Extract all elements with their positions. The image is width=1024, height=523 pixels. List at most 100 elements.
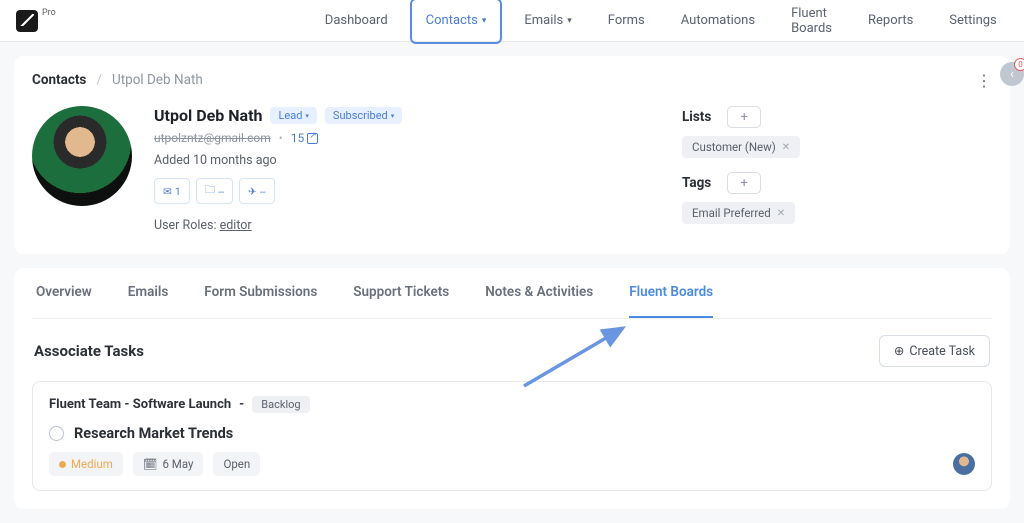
tab-fluent-boards[interactable]: Fluent Boards xyxy=(629,268,713,318)
task-stage-badge: Backlog xyxy=(252,396,309,413)
caret-down-icon: ▾ xyxy=(391,112,395,120)
list-chip-label: Customer (New) xyxy=(692,140,776,154)
tasks-section-header: Associate Tasks ⊕ Create Task xyxy=(32,319,992,381)
folder-icon: 🗀 xyxy=(205,182,216,200)
breadcrumb-leaf: Utpol Deb Nath xyxy=(112,72,203,88)
task-meta: Medium 🗓 6 May Open xyxy=(49,452,975,476)
add-tag-button[interactable]: + xyxy=(727,172,761,194)
task-row[interactable]: Research Market Trends xyxy=(49,425,975,442)
profile-row: Utpol Deb Nath Lead ▾ Subscribed ▾ utpol… xyxy=(32,106,992,238)
activity-emails[interactable]: ✉ 1 xyxy=(154,178,190,204)
link-count-value: 15 xyxy=(291,131,305,145)
nav-fluent-boards[interactable]: Fluent Boards xyxy=(777,0,846,44)
tags-header: Tags + xyxy=(682,172,992,194)
name-row: Utpol Deb Nath Lead ▾ Subscribed ▾ xyxy=(154,106,660,125)
tab-notes-activities[interactable]: Notes & Activities xyxy=(485,268,593,318)
activity-folders[interactable]: 🗀 -- xyxy=(196,178,233,204)
lead-status-label: Lead xyxy=(278,109,302,122)
calendar-icon: 🗓 xyxy=(143,457,158,471)
roles-label: User Roles: xyxy=(154,218,217,233)
chevron-down-icon: ▾ xyxy=(482,16,487,26)
link-count[interactable]: 15 xyxy=(291,131,319,145)
task-due-pill: 🗓 6 May xyxy=(133,452,204,476)
task-card-header: Fluent Team - Software Launch - Backlog xyxy=(49,396,975,413)
priority-dot-icon xyxy=(59,461,66,468)
external-link-icon xyxy=(307,133,318,144)
task-checkbox[interactable] xyxy=(49,426,64,441)
user-roles: User Roles: editor xyxy=(154,218,660,233)
page-body: Contacts / Utpol Deb Nath ⋮ Utpol Deb Na… xyxy=(0,42,1024,523)
email-row: utpolzntz@gmail.com • 15 xyxy=(154,131,660,145)
tab-emails[interactable]: Emails xyxy=(128,268,169,318)
nav-dashboard[interactable]: Dashboard xyxy=(311,0,402,44)
nav-reports[interactable]: Reports xyxy=(854,0,927,44)
nav-emails[interactable]: Emails ▾ xyxy=(510,0,585,44)
create-task-label: Create Task xyxy=(909,344,975,359)
tag-chip: Email Preferred ✕ xyxy=(682,202,795,224)
meta-column: Lists + Customer (New) ✕ Tags + Email Pr… xyxy=(682,106,992,238)
caret-down-icon: ▾ xyxy=(305,112,309,120)
task-due-label: 6 May xyxy=(162,457,193,471)
activity-sends[interactable]: ✈ -- xyxy=(239,178,275,204)
side-collapse-button[interactable]: ‹ 0 xyxy=(1000,62,1024,86)
notification-count-badge: 0 xyxy=(1014,58,1024,71)
mail-icon: ✉ xyxy=(163,185,172,198)
tags-label: Tags xyxy=(682,175,711,191)
task-priority-pill: Medium xyxy=(49,452,123,476)
breadcrumb-sep: / xyxy=(96,72,102,88)
remove-list-icon[interactable]: ✕ xyxy=(782,142,790,153)
lead-status-badge[interactable]: Lead ▾ xyxy=(270,107,316,124)
added-ago: Added 10 months ago xyxy=(154,153,660,168)
contact-name: Utpol Deb Nath xyxy=(154,106,262,125)
nav-contacts-label: Contacts xyxy=(426,13,478,28)
task-status-pill: Open xyxy=(213,452,260,476)
contact-info: Utpol Deb Nath Lead ▾ Subscribed ▾ utpol… xyxy=(154,106,660,238)
nav-automations[interactable]: Automations xyxy=(667,0,769,44)
contact-avatar xyxy=(32,106,132,206)
plus-circle-icon: ⊕ xyxy=(894,343,904,359)
remove-tag-icon[interactable]: ✕ xyxy=(777,208,785,219)
task-priority-label: Medium xyxy=(71,457,113,471)
top-nav-bar: Pro Dashboard Contacts ▾ Emails ▾ Forms … xyxy=(0,0,1024,42)
tasks-section-title: Associate Tasks xyxy=(34,342,144,360)
tabs-card: Overview Emails Form Submissions Support… xyxy=(14,268,1010,509)
plan-label: Pro xyxy=(42,8,56,18)
activity-badges: ✉ 1 🗀 -- ✈ -- xyxy=(154,178,660,204)
contact-card: Contacts / Utpol Deb Nath ⋮ Utpol Deb Na… xyxy=(14,56,1010,254)
lists-header: Lists + xyxy=(682,106,992,128)
contact-email: utpolzntz@gmail.com xyxy=(154,131,271,145)
tab-support-tickets[interactable]: Support Tickets xyxy=(353,268,449,318)
task-card: Fluent Team - Software Launch - Backlog … xyxy=(32,381,992,491)
separator-dot: • xyxy=(279,131,283,145)
lists-label: Lists xyxy=(682,109,711,125)
task-title: Research Market Trends xyxy=(74,425,233,442)
chevron-down-icon: ▾ xyxy=(567,16,572,26)
activity-emails-count: 1 xyxy=(175,185,181,198)
tag-chip-label: Email Preferred xyxy=(692,206,771,220)
contact-tabs: Overview Emails Form Submissions Support… xyxy=(32,268,992,319)
more-menu-icon[interactable]: ⋮ xyxy=(976,71,992,90)
task-assignee-avatar[interactable] xyxy=(953,453,975,475)
breadcrumb-root[interactable]: Contacts xyxy=(32,72,86,88)
nav-emails-label: Emails xyxy=(524,13,563,28)
list-chip: Customer (New) ✕ xyxy=(682,136,800,158)
breadcrumb: Contacts / Utpol Deb Nath ⋮ xyxy=(32,72,992,88)
nav-settings[interactable]: Settings xyxy=(935,0,1010,44)
activity-sends-count: -- xyxy=(260,185,266,198)
task-board-sep: - xyxy=(239,397,244,412)
main-nav: Dashboard Contacts ▾ Emails ▾ Forms Auto… xyxy=(311,0,1011,44)
app-logo-icon xyxy=(16,10,38,32)
nav-forms[interactable]: Forms xyxy=(594,0,659,44)
task-board-name: Fluent Team - Software Launch xyxy=(49,397,231,412)
nav-contacts[interactable]: Contacts ▾ xyxy=(410,0,503,44)
add-list-button[interactable]: + xyxy=(727,106,761,128)
subscribed-badge[interactable]: Subscribed ▾ xyxy=(325,107,402,124)
create-task-button[interactable]: ⊕ Create Task xyxy=(879,335,990,367)
activity-folders-count: -- xyxy=(218,185,224,198)
role-link[interactable]: editor xyxy=(220,218,252,233)
tab-overview[interactable]: Overview xyxy=(36,268,92,318)
tab-form-submissions[interactable]: Form Submissions xyxy=(204,268,317,318)
logo-wrap: Pro xyxy=(16,10,56,32)
send-icon: ✈ xyxy=(248,185,257,198)
subscribed-label: Subscribed xyxy=(333,109,388,122)
